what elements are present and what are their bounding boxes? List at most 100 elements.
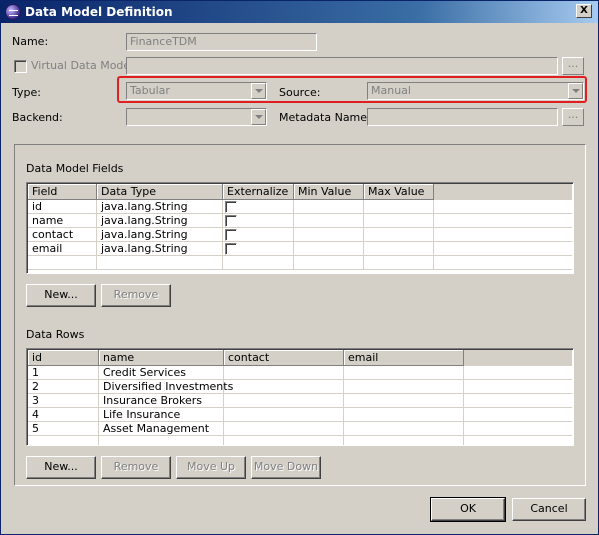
table-cell-type[interactable]: java.lang.String [97, 200, 223, 214]
fields-table[interactable]: Field Data Type Externalize Min Value Ma… [26, 182, 574, 274]
table-cell-min[interactable] [294, 256, 364, 270]
externalize-checkbox[interactable] [225, 215, 237, 227]
table-cell-id[interactable] [28, 436, 99, 445]
table-cell-id[interactable]: 1 [28, 366, 99, 380]
column-header-max-value[interactable]: Max Value [364, 184, 434, 200]
column-header-id[interactable]: id [28, 350, 99, 366]
table-cell-name[interactable] [99, 436, 224, 445]
table-cell-extra[interactable] [464, 436, 573, 445]
table-cell-id[interactable]: 3 [28, 394, 99, 408]
table-cell-id[interactable]: 4 [28, 408, 99, 422]
cancel-button[interactable]: Cancel [512, 498, 586, 521]
fields-remove-button[interactable]: Remove [101, 284, 171, 307]
table-row[interactable]: 2 Diversified Investments [28, 380, 572, 394]
table-cell-email[interactable] [344, 380, 464, 394]
table-row[interactable]: 1 Credit Services [28, 366, 572, 380]
column-header-field[interactable]: Field [28, 184, 97, 200]
metadata-browse-button[interactable]: ... [562, 108, 584, 126]
table-cell-extra[interactable] [464, 366, 573, 380]
close-button[interactable]: X [576, 4, 592, 18]
rows-remove-button[interactable]: Remove [101, 456, 171, 479]
table-cell-contact[interactable] [224, 422, 344, 436]
table-cell-name[interactable]: Insurance Brokers [99, 394, 224, 408]
backend-select[interactable] [126, 108, 267, 126]
table-cell-contact[interactable] [224, 408, 344, 422]
table-cell-name[interactable]: Diversified Investments [99, 380, 233, 394]
virtual-data-model-checkbox[interactable] [14, 60, 27, 73]
column-header-data-type[interactable]: Data Type [97, 184, 223, 200]
table-cell-email[interactable] [344, 366, 464, 380]
table-cell-name[interactable]: Asset Management [99, 422, 224, 436]
column-header-name[interactable]: name [99, 350, 224, 366]
table-row[interactable]: name java.lang.String [28, 214, 572, 228]
table-row[interactable]: id java.lang.String [28, 200, 572, 214]
table-cell-externalize[interactable] [223, 256, 294, 270]
table-cell-extra[interactable] [464, 380, 573, 394]
ok-button[interactable]: OK [430, 497, 506, 522]
table-cell-contact[interactable] [224, 366, 344, 380]
table-cell-type[interactable]: java.lang.String [97, 214, 223, 228]
table-cell-max[interactable] [364, 200, 434, 214]
move-up-button[interactable]: Move Up [176, 456, 246, 479]
table-cell-email[interactable] [344, 394, 464, 408]
table-cell-min[interactable] [294, 242, 364, 256]
table-cell-field[interactable]: contact [28, 228, 97, 242]
table-cell-min[interactable] [294, 200, 364, 214]
table-cell-field[interactable] [28, 256, 97, 270]
externalize-checkbox[interactable] [225, 243, 237, 255]
table-cell-contact[interactable] [224, 380, 344, 394]
dialog-window: Data Model Definition X Name: FinanceTDM… [0, 0, 599, 535]
table-cell-field[interactable]: email [28, 242, 97, 256]
table-cell-extra[interactable] [464, 408, 573, 422]
virtual-data-model-field[interactable] [126, 57, 558, 75]
table-cell-name[interactable]: Credit Services [99, 366, 224, 380]
name-field[interactable]: FinanceTDM [126, 33, 317, 51]
metadata-name-field[interactable] [367, 108, 558, 126]
table-cell-min[interactable] [294, 214, 364, 228]
column-header-email[interactable]: email [344, 350, 464, 366]
table-cell-email[interactable] [344, 408, 464, 422]
virtual-browse-button[interactable]: ... [562, 57, 584, 75]
table-cell-min[interactable] [294, 228, 364, 242]
table-cell-extra[interactable] [464, 394, 573, 408]
table-row[interactable]: 4 Life Insurance [28, 408, 572, 422]
table-cell-max[interactable] [364, 242, 434, 256]
column-header-min-value[interactable]: Min Value [294, 184, 364, 200]
table-cell-type[interactable] [97, 256, 223, 270]
table-cell-type[interactable]: java.lang.String [97, 228, 223, 242]
table-cell-externalize[interactable] [223, 228, 294, 242]
data-rows-table[interactable]: id name contact email 1 Credit Services 2 D… [26, 348, 574, 446]
table-cell-max[interactable] [364, 228, 434, 242]
table-cell-email[interactable] [344, 422, 464, 436]
table-cell-id[interactable]: 5 [28, 422, 99, 436]
table-row[interactable]: contact java.lang.String [28, 228, 572, 242]
table-cell-contact[interactable] [224, 436, 344, 445]
table-row[interactable] [28, 256, 572, 270]
table-row[interactable]: 5 Asset Management [28, 422, 572, 436]
table-cell-id[interactable]: 2 [28, 380, 99, 394]
move-down-button[interactable]: Move Down [251, 456, 321, 479]
table-cell-max[interactable] [364, 256, 434, 270]
table-row[interactable] [28, 436, 573, 445]
table-cell-email[interactable] [344, 436, 464, 445]
column-header-externalize[interactable]: Externalize [223, 184, 294, 200]
table-cell-field[interactable]: id [28, 200, 97, 214]
table-cell-extra[interactable] [464, 422, 573, 436]
table-cell-contact[interactable] [224, 394, 344, 408]
table-row[interactable]: email java.lang.String [28, 242, 572, 256]
externalize-checkbox[interactable] [225, 201, 237, 213]
table-cell-type[interactable]: java.lang.String [97, 242, 223, 256]
table-cell-externalize[interactable] [223, 200, 294, 214]
chevron-down-icon[interactable] [251, 109, 266, 125]
column-header-contact[interactable]: contact [224, 350, 344, 366]
table-cell-externalize[interactable] [223, 242, 294, 256]
fields-table-header: Field Data Type Externalize Min Value Ma… [28, 184, 572, 200]
table-cell-max[interactable] [364, 214, 434, 228]
table-cell-externalize[interactable] [223, 214, 294, 228]
table-cell-name[interactable]: Life Insurance [99, 408, 224, 422]
table-cell-field[interactable]: name [28, 214, 97, 228]
rows-new-button[interactable]: New... [26, 456, 96, 479]
externalize-checkbox[interactable] [225, 229, 237, 241]
fields-new-button[interactable]: New... [26, 284, 96, 307]
table-row[interactable]: 3 Insurance Brokers [28, 394, 572, 408]
